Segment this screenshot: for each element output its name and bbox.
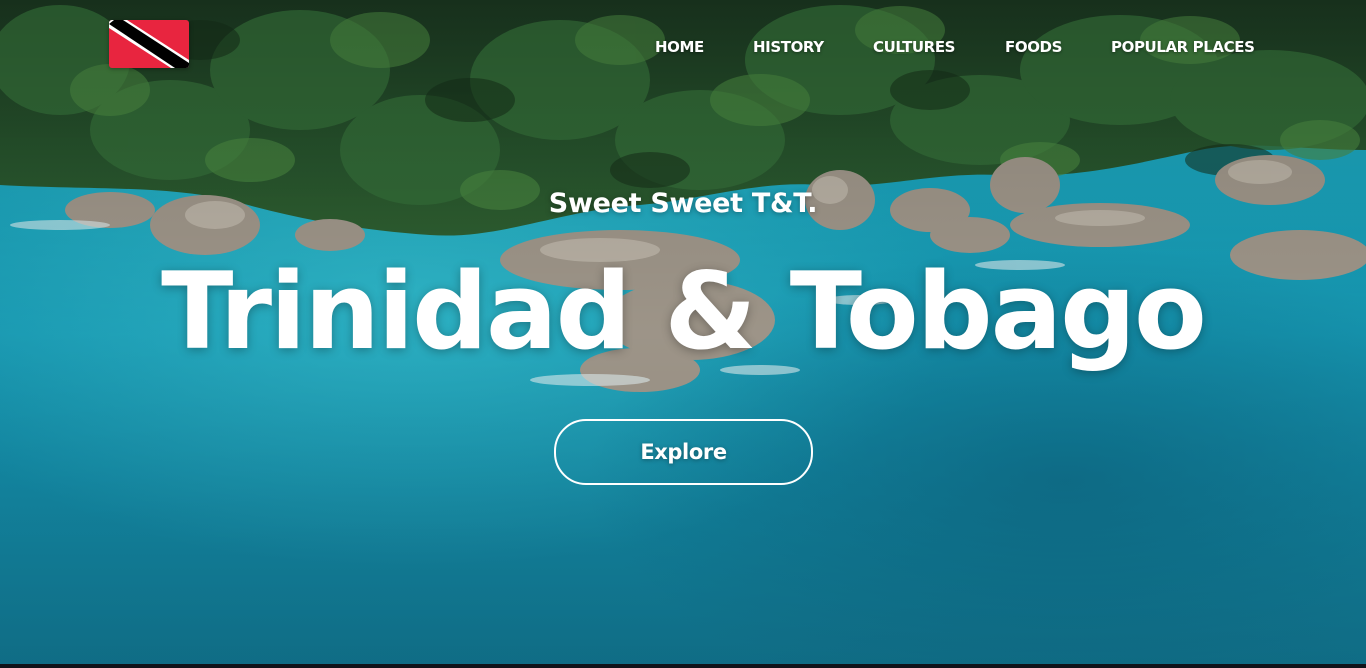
hero-section: HOME HISTORY CULTURES FOODS POPULAR PLAC… xyxy=(0,0,1366,668)
trinidad-tobago-flag-icon[interactable] xyxy=(109,20,189,68)
explore-button[interactable]: Explore xyxy=(554,419,813,485)
nav-link-history[interactable]: HISTORY xyxy=(753,38,824,56)
nav-link-home[interactable]: HOME xyxy=(655,38,704,56)
nav-link-cultures[interactable]: CULTURES xyxy=(873,38,955,56)
hero-title: Trinidad & Tobago xyxy=(161,250,1207,373)
hero-subtitle: Sweet Sweet T&T. xyxy=(548,188,818,219)
flag-graphic xyxy=(109,20,189,68)
bottom-edge-divider xyxy=(0,664,1366,668)
nav-link-foods[interactable]: FOODS xyxy=(1005,38,1062,56)
top-navigation-bar: HOME HISTORY CULTURES FOODS POPULAR PLAC… xyxy=(0,0,1366,100)
nav-link-popular-places[interactable]: POPULAR PLACES xyxy=(1111,38,1255,56)
